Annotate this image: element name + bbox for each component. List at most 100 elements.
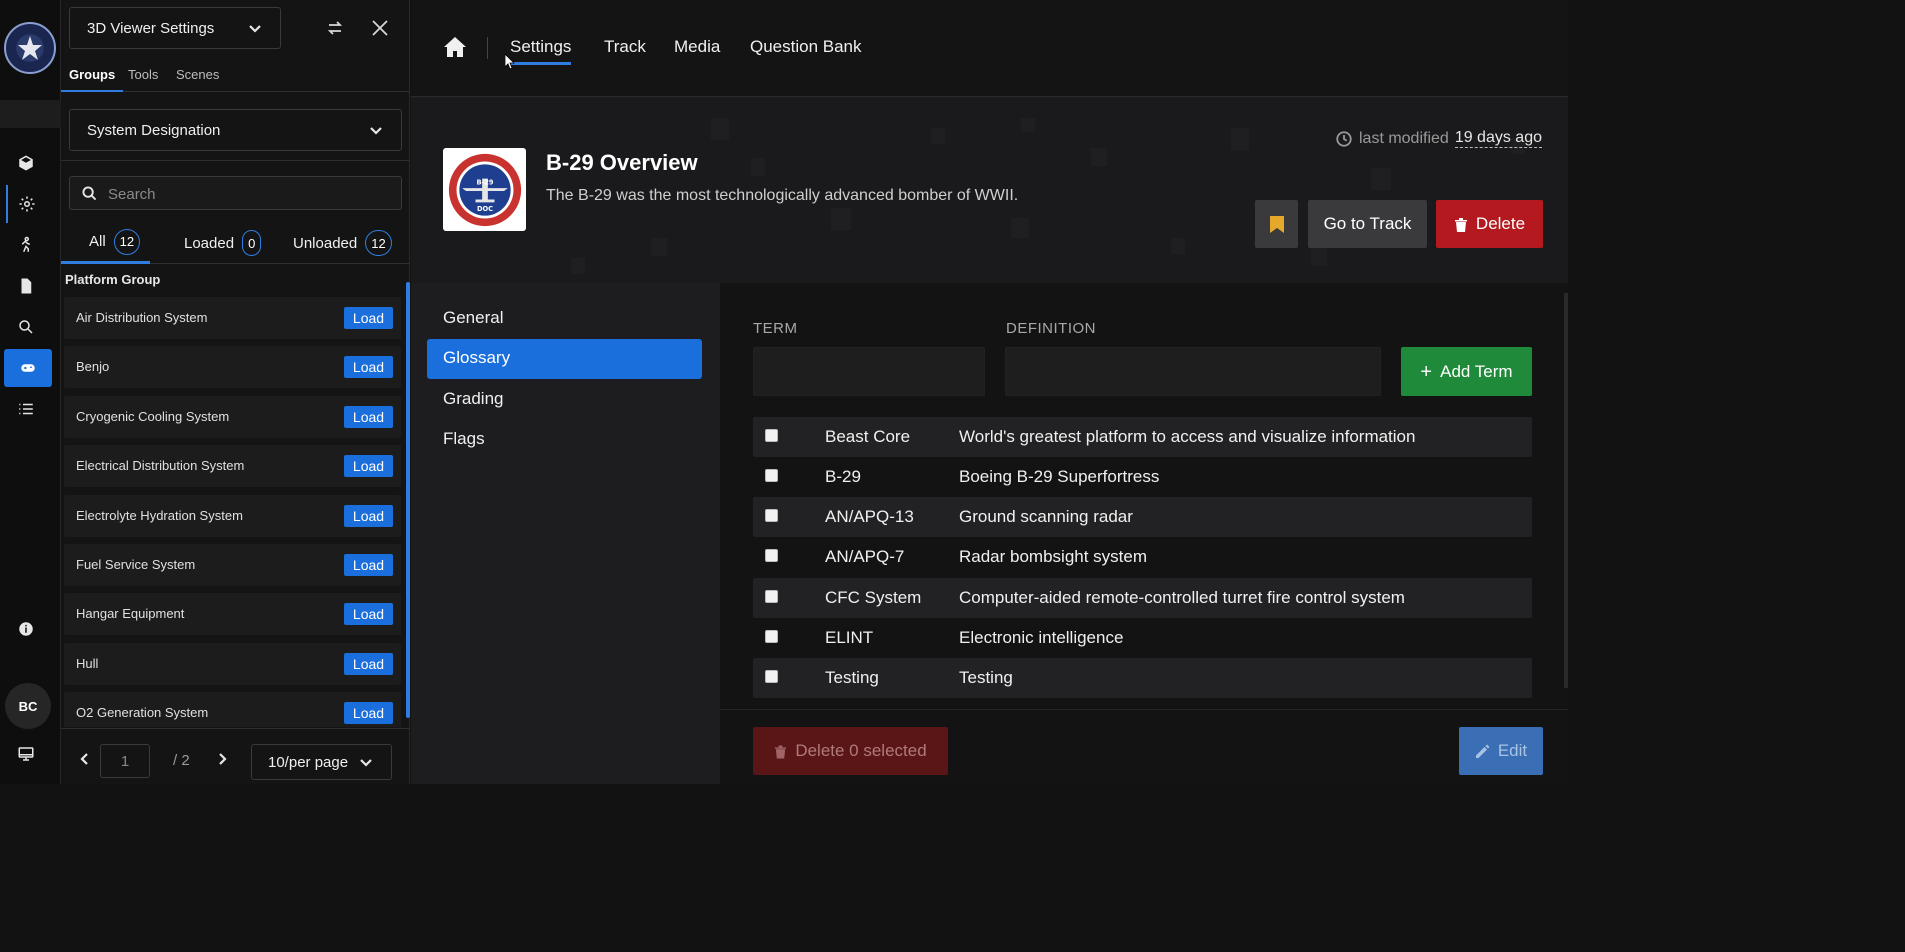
rail-cube-icon[interactable] [6, 144, 46, 182]
row-checkbox[interactable] [765, 469, 778, 482]
list-item: Electrical Distribution System Load [64, 445, 401, 487]
row-checkbox[interactable] [765, 429, 778, 442]
rail-list-icon[interactable] [6, 390, 46, 428]
rail-settings-icon[interactable] [6, 185, 46, 223]
page-size-select[interactable]: 10/per page [251, 744, 392, 780]
load-button[interactable]: Load [344, 406, 393, 428]
app-rail: BC [0, 0, 61, 784]
trash-icon [775, 744, 787, 758]
filter-unloaded[interactable]: Unloaded 12 [265, 222, 402, 264]
nav-media[interactable]: Media [674, 37, 720, 62]
rail-gamepad-icon[interactable] [4, 349, 52, 387]
search-input[interactable] [108, 183, 388, 205]
section-general[interactable]: General [427, 299, 702, 339]
term-column-header: TERM [753, 320, 798, 337]
chevron-down-icon [359, 756, 373, 770]
delete-label: Delete [1475, 214, 1526, 233]
row-checkbox[interactable] [765, 509, 778, 522]
course-description: The B-29 was the most technologically ad… [546, 187, 1019, 204]
viewer-settings-select[interactable]: 3D Viewer Settings [69, 7, 281, 49]
list-item: Electrolyte Hydration System Load [64, 495, 401, 537]
list-group-header: Platform Group [65, 272, 161, 287]
table-row: B-29 Boeing B-29 Superfortress [753, 457, 1532, 497]
app-root: BC 3D Viewer Settings Groups Tools Scene… [0, 0, 1568, 784]
last-modified-label: last modified [1358, 129, 1449, 147]
row-checkbox[interactable] [765, 670, 778, 683]
nav-settings[interactable]: Settings [510, 37, 572, 65]
org-logo[interactable] [4, 22, 56, 74]
course-header: B-29 DOC B-29 Overview The B-29 was the … [411, 98, 1568, 283]
pencil-icon [1475, 744, 1490, 758]
term-cell: AN/APQ-13 [825, 507, 914, 526]
row-checkbox[interactable] [765, 549, 778, 562]
filter-loaded-label: Loaded [184, 234, 235, 252]
home-icon[interactable] [443, 35, 467, 59]
rail-monitor-icon[interactable] [6, 735, 46, 773]
definition-column-header: DEFINITION [1006, 320, 1096, 337]
pagination: / 2 10/per page [61, 728, 410, 784]
row-checkbox[interactable] [765, 630, 778, 643]
tab-tools[interactable]: Tools [120, 62, 166, 92]
load-button[interactable]: Load [344, 505, 393, 527]
nav-track[interactable]: Track [604, 37, 646, 62]
trash-icon [1454, 217, 1467, 232]
next-page-icon[interactable] [215, 751, 229, 765]
tab-groups[interactable]: Groups [61, 62, 124, 92]
rail-walk-icon[interactable] [6, 226, 46, 264]
page-number-input[interactable] [100, 744, 150, 778]
panel-tabs: Groups Tools Scenes [61, 62, 410, 92]
load-button[interactable]: Load [344, 356, 393, 378]
load-button[interactable]: Load [344, 455, 393, 477]
rail-info-icon[interactable] [6, 610, 46, 648]
load-button[interactable]: Load [344, 653, 393, 675]
bookmark-button[interactable] [1255, 200, 1298, 248]
list-scrollbar[interactable] [406, 282, 410, 718]
load-button[interactable]: Load [344, 307, 393, 329]
term-cell: CFC System [825, 588, 922, 607]
viewer-panel: 3D Viewer Settings Groups Tools Scenes S… [61, 0, 410, 784]
section-grading[interactable]: Grading [427, 380, 702, 420]
list-item: Fuel Service System Load [64, 544, 401, 586]
close-button[interactable] [366, 14, 394, 42]
add-term-button[interactable]: + Add Term [1401, 347, 1532, 396]
list-item: Benjo Load [64, 346, 401, 388]
user-avatar[interactable]: BC [5, 683, 51, 729]
delete-button[interactable]: Delete [1436, 200, 1543, 248]
glossary-panel: TERM DEFINITION + Add Term Beast Core Wor… [720, 283, 1568, 784]
list-item-label: Benjo [76, 359, 110, 374]
load-button[interactable]: Load [344, 702, 393, 724]
rail-document-icon[interactable] [6, 267, 46, 305]
prev-page-icon[interactable] [78, 751, 92, 765]
clock-icon [1336, 130, 1352, 147]
group-designation-select[interactable]: System Designation [69, 109, 402, 151]
chevron-down-icon [369, 124, 383, 138]
last-modified-time[interactable]: 19 days ago [1454, 129, 1542, 148]
list-item: O2 Generation System Load [64, 692, 401, 727]
definition-input[interactable] [1005, 347, 1381, 396]
filter-loaded[interactable]: Loaded 0 [156, 222, 271, 264]
divider [61, 160, 410, 161]
table-row: Beast Core World's greatest platform to a… [753, 417, 1532, 457]
content-scrollbar[interactable] [1564, 293, 1568, 688]
rail-search-icon[interactable] [6, 308, 46, 346]
section-glossary[interactable]: Glossary [427, 339, 702, 379]
refresh-button[interactable] [321, 14, 349, 42]
row-checkbox[interactable] [765, 590, 778, 603]
delete-selected-button[interactable]: Delete 0 selected [753, 727, 948, 775]
load-button[interactable]: Load [344, 554, 393, 576]
filter-all[interactable]: All 12 [61, 222, 151, 264]
svg-text:B-29: B-29 [476, 178, 493, 186]
filter-unloaded-count: 12 [365, 230, 392, 256]
nav-question-bank[interactable]: Question Bank [750, 37, 862, 62]
tab-scenes[interactable]: Scenes [168, 62, 227, 92]
go-to-track-button[interactable]: Go to Track [1308, 200, 1427, 248]
filter-all-count: 12 [113, 228, 141, 255]
term-input[interactable] [753, 347, 985, 396]
edit-button[interactable]: Edit [1459, 727, 1543, 775]
mouse-cursor-icon [505, 54, 515, 70]
table-row: Testing Testing [753, 658, 1532, 698]
load-button[interactable]: Load [344, 603, 393, 625]
definition-cell: Computer-aided remote-controlled turret … [959, 588, 1405, 607]
section-flags[interactable]: Flags [427, 420, 702, 460]
table-row: AN/APQ-7 Radar bombsight system [753, 537, 1532, 577]
